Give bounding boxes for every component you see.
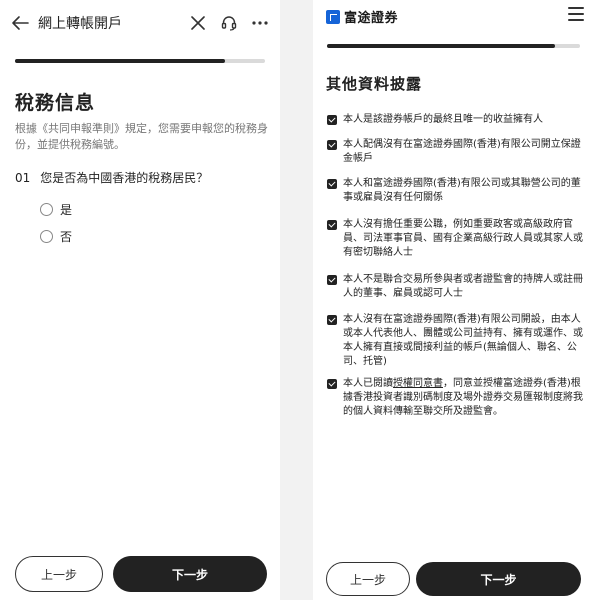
acknowledgement-item[interactable]: 本人不是聯合交易所參與者或者證監會的持牌人或註冊人的董事、雇員或認可人士 (327, 273, 587, 301)
futu-logo-icon (326, 9, 340, 24)
acknowledgement-text: 本人不是聯合交易所參與者或者證監會的持牌人或註冊人的董事、雇員或認可人士 (343, 274, 583, 299)
more-options-button[interactable] (250, 12, 270, 34)
checkbox-checked[interactable] (327, 379, 337, 389)
option-yes[interactable]: 是 (40, 200, 72, 218)
acknowledgement-text: 本人配偶沒有在富途證券國際(香港)有限公司開立保證金帳戶 (343, 139, 581, 164)
option-label: 是 (60, 202, 73, 217)
brand-name: 富途證券 (344, 11, 399, 26)
next-step-button[interactable]: 下一步 (416, 562, 581, 596)
bottom-actions: 上一步 下一步 (313, 562, 598, 596)
close-icon (191, 16, 205, 30)
tax-residency-question: 01 您是否為中國香港的稅務居民？ (15, 170, 208, 186)
radio-button[interactable] (40, 202, 53, 216)
option-no[interactable]: 否 (40, 227, 72, 245)
previous-step-button[interactable]: 上一步 (326, 562, 410, 596)
page-title: 網上轉帳開戶 (38, 16, 122, 32)
checkbox-checked[interactable] (327, 140, 337, 150)
progress-bar (15, 59, 265, 63)
next-step-button[interactable]: 下一步 (113, 556, 267, 592)
close-button[interactable] (188, 12, 208, 34)
acknowledgement-item[interactable]: 本人配偶沒有在富途證券國際(香港)有限公司開立保證金帳戶 (327, 138, 587, 166)
headset-icon (221, 16, 237, 31)
section-heading: 其他資料披露 (326, 75, 423, 93)
consent-item[interactable]: 本人已閱讀授權同意書，同意並授權富途證券(香港)根據香港投資者識別碼制度及場外證… (327, 377, 587, 419)
tax-info-screen: 網上轉帳開戶 稅務信息 根據《共同申報準則》規定，您需要申報您的稅務身份，並提供… (0, 0, 280, 600)
checkbox-checked[interactable] (327, 115, 337, 125)
checkbox-checked[interactable] (327, 220, 337, 230)
radio-button[interactable] (40, 229, 53, 243)
back-button[interactable] (9, 11, 31, 35)
acknowledgement-text: 本人和富途證券國際(香港)有限公司或其聯營公司的董事或雇員沒有任何關係 (343, 178, 581, 203)
consent-before: 本人已閱讀 (343, 378, 393, 389)
question-text: 您是否為中國香港的稅務居民？ (40, 171, 209, 185)
acknowledgement-text: 本人是該證券帳戶的最終且唯一的收益擁有人 (343, 114, 543, 125)
hamburger-menu-icon[interactable] (568, 7, 584, 21)
customer-support-button[interactable] (219, 12, 239, 34)
acknowledgement-item[interactable]: 本人沒有在富途證券國際(香港)有限公司開設，由本人或本人代表他人、團體或公司益持… (327, 313, 587, 369)
progress-fill (15, 59, 225, 63)
top-bar: 網上轉帳開戶 (0, 0, 280, 48)
progress-bar (327, 44, 580, 48)
checkbox-checked[interactable] (327, 315, 337, 325)
arrow-left-icon (12, 16, 29, 30)
checkbox-checked[interactable] (327, 275, 337, 285)
disclosure-screen: 富途證券 其他資料披露 本人是該證券帳戶的最終且唯一的收益擁有人 本人配偶沒有在… (313, 0, 598, 600)
option-label: 否 (60, 229, 73, 244)
progress-fill (327, 44, 555, 48)
section-heading: 稅務信息 (15, 92, 96, 114)
consent-text: 本人已閱讀授權同意書，同意並授權富途證券(香港)根據香港投資者識別碼制度及場外證… (343, 377, 587, 419)
authorization-consent-link[interactable]: 授權同意書 (393, 378, 443, 389)
brand-logo: 富途證券 (326, 7, 398, 26)
acknowledgement-item[interactable]: 本人和富途證券國際(香港)有限公司或其聯營公司的董事或雇員沒有任何關係 (327, 177, 587, 205)
acknowledgement-item[interactable]: 本人是該證券帳戶的最終且唯一的收益擁有人 (327, 113, 587, 127)
acknowledgement-item[interactable]: 本人沒有擔任重要公職，例如重要政客或高級政府官員、司法軍事官員、國有企業高級行政… (327, 218, 587, 260)
previous-step-button[interactable]: 上一步 (15, 556, 103, 592)
bottom-actions: 上一步 下一步 (0, 556, 280, 592)
checkbox-checked[interactable] (327, 179, 337, 189)
more-horizontal-icon (252, 21, 268, 25)
acknowledgement-text: 本人沒有在富途證券國際(香港)有限公司開設，由本人或本人代表他人、團體或公司益持… (343, 314, 583, 367)
section-description: 根據《共同申報準則》規定，您需要申報您的稅務身份，並提供稅務編號。 (15, 122, 268, 151)
question-number: 01 (15, 171, 31, 185)
acknowledgement-text: 本人沒有擔任重要公職，例如重要政客或高級政府官員、司法軍事官員、國有企業高級行政… (343, 219, 583, 258)
